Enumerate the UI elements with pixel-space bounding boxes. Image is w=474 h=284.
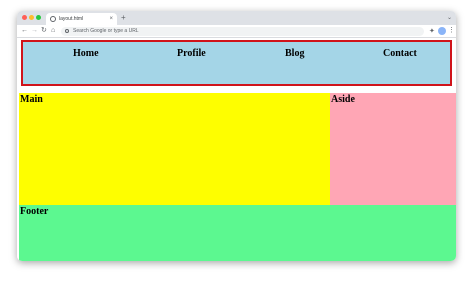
page-header: Home Profile Blog Contact xyxy=(21,40,452,86)
aside-section: Aside xyxy=(330,93,456,205)
page-viewport: Home Profile Blog Contact Main Aside Foo… xyxy=(17,38,456,261)
back-arrow-icon[interactable]: ← xyxy=(21,26,28,36)
footer-section: Footer xyxy=(19,205,456,261)
nav-link-contact[interactable]: Contact xyxy=(383,48,417,60)
nav-link-profile[interactable]: Profile xyxy=(177,48,206,60)
reload-icon[interactable]: ↻ xyxy=(41,26,47,36)
avatar[interactable] xyxy=(438,27,446,35)
globe-icon xyxy=(50,16,56,22)
address-bar[interactable]: Search Google or type a URL xyxy=(61,27,424,36)
kebab-menu-icon[interactable]: ⋮ xyxy=(448,26,455,36)
title-bar: layout.html × + ⌄ xyxy=(17,11,456,25)
minimize-window-button[interactable] xyxy=(29,15,34,20)
puzzle-icon[interactable]: ✦ xyxy=(429,27,436,36)
close-window-button[interactable] xyxy=(22,15,27,20)
new-tab-button[interactable]: + xyxy=(121,13,126,23)
browser-window: layout.html × + ⌄ ← → ↻ ⌂ Search Google … xyxy=(17,11,456,261)
address-bar-placeholder: Search Google or type a URL xyxy=(73,28,139,34)
nav-link-home[interactable]: Home xyxy=(73,48,99,60)
tab-layout[interactable]: layout.html × xyxy=(46,13,117,25)
maximize-window-button[interactable] xyxy=(36,15,41,20)
main-label: Main xyxy=(20,94,43,105)
home-icon[interactable]: ⌂ xyxy=(51,26,55,36)
forward-arrow-icon[interactable]: → xyxy=(31,26,38,36)
main-section: Main xyxy=(19,93,330,205)
nav-link-blog[interactable]: Blog xyxy=(285,48,304,60)
browser-toolbar: ← → ↻ ⌂ Search Google or type a URL ✦ ⋮ xyxy=(17,25,456,38)
aside-label: Aside xyxy=(331,94,355,105)
tab-search-icon[interactable]: ⌄ xyxy=(447,13,452,23)
search-icon xyxy=(65,29,69,33)
tab-title: layout.html xyxy=(59,16,84,22)
footer-label: Footer xyxy=(20,206,49,217)
close-tab-icon[interactable]: × xyxy=(109,14,113,24)
